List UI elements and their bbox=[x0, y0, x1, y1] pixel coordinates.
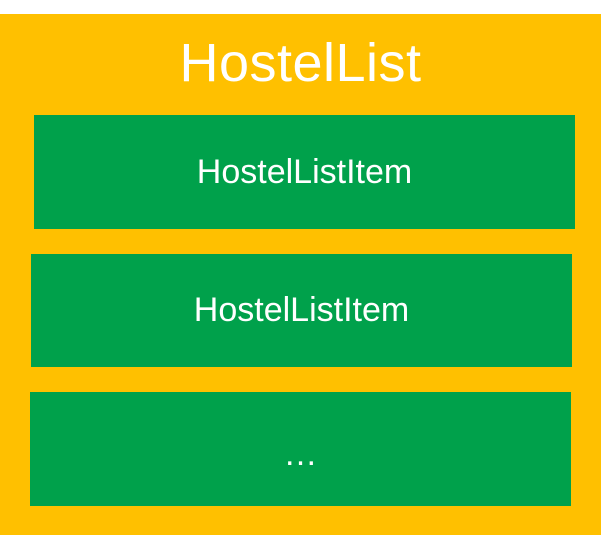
hostel-list-title: HostelList bbox=[179, 33, 422, 93]
hostel-list-container: HostelList HostelListItem HostelListItem… bbox=[0, 14, 601, 535]
hostel-list-item-ellipsis: … bbox=[30, 392, 571, 506]
hostel-list-item: HostelListItem bbox=[34, 115, 575, 229]
ellipsis-label: … bbox=[283, 434, 318, 473]
hostel-list-item-label: HostelListItem bbox=[193, 291, 410, 329]
hostel-list-item: HostelListItem bbox=[31, 254, 572, 367]
hostel-list-item-label: HostelListItem bbox=[196, 152, 413, 191]
